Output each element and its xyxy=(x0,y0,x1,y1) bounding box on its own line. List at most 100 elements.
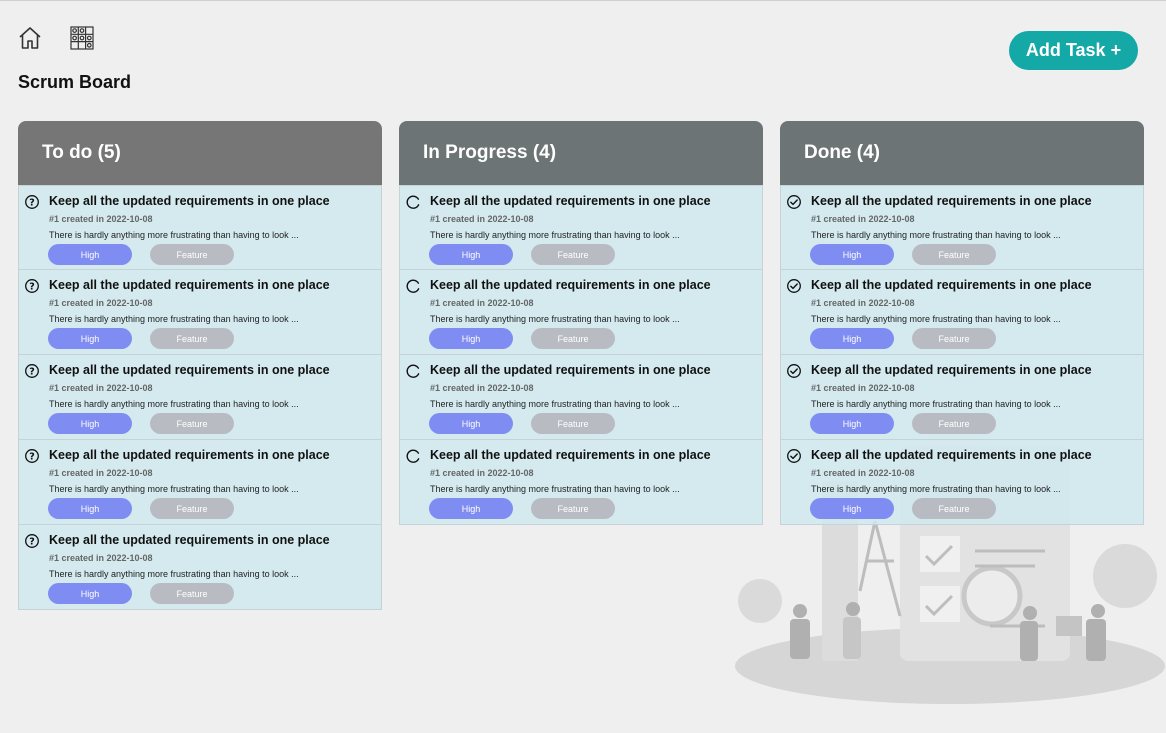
question-circle-icon: ? xyxy=(24,194,40,210)
svg-text:?: ? xyxy=(29,536,35,547)
task-meta: #1 created in 2022-10-08 xyxy=(811,298,915,308)
priority-badge[interactable]: High xyxy=(429,328,513,349)
task-title: Keep all the updated requirements in one… xyxy=(430,278,711,292)
column-title: To do xyxy=(42,142,93,163)
column-count: (4) xyxy=(856,142,881,163)
type-badge[interactable]: Feature xyxy=(150,583,234,604)
task-card[interactable]: Keep all the updated requirements in one… xyxy=(399,270,763,355)
progress-spinner-icon xyxy=(405,363,421,379)
top-nav xyxy=(17,25,95,51)
task-description: There is hardly anything more frustratin… xyxy=(49,399,299,409)
task-meta: #1 created in 2022-10-08 xyxy=(49,468,153,478)
task-card[interactable]: Keep all the updated requirements in one… xyxy=(399,355,763,440)
priority-badge[interactable]: High xyxy=(429,498,513,519)
priority-badge[interactable]: High xyxy=(48,583,132,604)
task-card[interactable]: ? Keep all the updated requirements in on… xyxy=(18,270,382,355)
column-title: In Progress xyxy=(423,142,528,163)
task-title: Keep all the updated requirements in one… xyxy=(811,363,1092,377)
type-badge[interactable]: Feature xyxy=(912,413,996,434)
task-meta: #1 created in 2022-10-08 xyxy=(430,214,534,224)
column-header-todo: To do (5) xyxy=(18,121,382,185)
type-badge[interactable]: Feature xyxy=(912,328,996,349)
task-card[interactable]: Keep all the updated requirements in one… xyxy=(399,440,763,525)
task-title: Keep all the updated requirements in one… xyxy=(49,448,330,462)
task-description: There is hardly anything more frustratin… xyxy=(811,399,1061,409)
task-meta: #1 created in 2022-10-08 xyxy=(811,214,915,224)
svg-text:?: ? xyxy=(29,366,35,377)
task-title: Keep all the updated requirements in one… xyxy=(430,194,711,208)
page-title: Scrum Board xyxy=(18,72,132,92)
task-title: Keep all the updated requirements in one… xyxy=(811,194,1092,208)
type-badge[interactable]: Feature xyxy=(531,244,615,265)
task-meta: #1 created in 2022-10-08 xyxy=(811,383,915,393)
task-description: There is hardly anything more frustratin… xyxy=(811,484,1061,494)
task-title: Keep all the updated requirements in one… xyxy=(430,363,711,377)
column-done: Done (4) Keep all the updated requiremen… xyxy=(780,121,1144,525)
priority-badge[interactable]: High xyxy=(48,244,132,265)
check-circle-icon xyxy=(786,363,802,379)
column-title: Done xyxy=(804,142,852,163)
add-task-button[interactable]: Add Task + xyxy=(1009,31,1138,70)
task-description: There is hardly anything more frustratin… xyxy=(49,314,299,324)
priority-badge[interactable]: High xyxy=(48,328,132,349)
question-circle-icon: ? xyxy=(24,533,40,549)
task-description: There is hardly anything more frustratin… xyxy=(49,569,299,579)
task-description: There is hardly anything more frustratin… xyxy=(49,484,299,494)
type-badge[interactable]: Feature xyxy=(912,244,996,265)
priority-badge[interactable]: High xyxy=(810,244,894,265)
priority-badge[interactable]: High xyxy=(810,498,894,519)
task-meta: #1 created in 2022-10-08 xyxy=(430,298,534,308)
column-count: (5) xyxy=(97,142,121,163)
task-description: There is hardly anything more frustratin… xyxy=(430,484,680,494)
svg-text:?: ? xyxy=(29,451,35,462)
task-title: Keep all the updated requirements in one… xyxy=(430,448,711,462)
priority-badge[interactable]: High xyxy=(429,413,513,434)
task-title: Keep all the updated requirements in one… xyxy=(811,278,1092,292)
question-circle-icon: ? xyxy=(24,278,40,294)
question-circle-icon: ? xyxy=(24,448,40,464)
type-badge[interactable]: Feature xyxy=(150,244,234,265)
card-list-done: Keep all the updated requirements in one… xyxy=(780,185,1144,525)
column-header-done: Done (4) xyxy=(780,121,1144,185)
type-badge[interactable]: Feature xyxy=(150,328,234,349)
task-card[interactable]: ? Keep all the updated requirements in on… xyxy=(18,440,382,525)
type-badge[interactable]: Feature xyxy=(531,498,615,519)
task-title: Keep all the updated requirements in one… xyxy=(49,363,330,377)
type-badge[interactable]: Feature xyxy=(150,413,234,434)
task-card[interactable]: ? Keep all the updated requirements in on… xyxy=(18,185,382,270)
priority-badge[interactable]: High xyxy=(48,498,132,519)
task-description: There is hardly anything more frustratin… xyxy=(49,230,299,240)
task-meta: #1 created in 2022-10-08 xyxy=(430,468,534,478)
priority-badge[interactable]: High xyxy=(429,244,513,265)
progress-spinner-icon xyxy=(405,278,421,294)
task-card[interactable]: Keep all the updated requirements in one… xyxy=(780,185,1144,270)
type-badge[interactable]: Feature xyxy=(531,413,615,434)
task-description: There is hardly anything more frustratin… xyxy=(430,314,680,324)
priority-badge[interactable]: High xyxy=(810,328,894,349)
priority-badge[interactable]: High xyxy=(48,413,132,434)
type-badge[interactable]: Feature xyxy=(531,328,615,349)
home-icon[interactable] xyxy=(17,25,43,51)
type-badge[interactable]: Feature xyxy=(912,498,996,519)
task-title: Keep all the updated requirements in one… xyxy=(49,533,330,547)
task-meta: #1 created in 2022-10-08 xyxy=(49,553,153,563)
task-card[interactable]: ? Keep all the updated requirements in on… xyxy=(18,355,382,440)
column-todo: To do (5) ? Keep all the updated requirem… xyxy=(18,121,382,610)
svg-text:?: ? xyxy=(29,281,35,292)
priority-badge[interactable]: High xyxy=(810,413,894,434)
board-grid-icon[interactable] xyxy=(69,25,95,51)
task-card[interactable]: Keep all the updated requirements in one… xyxy=(780,355,1144,440)
type-badge[interactable]: Feature xyxy=(150,498,234,519)
task-meta: #1 created in 2022-10-08 xyxy=(49,214,153,224)
task-meta: #1 created in 2022-10-08 xyxy=(49,383,153,393)
task-card[interactable]: Keep all the updated requirements in one… xyxy=(780,270,1144,355)
task-card[interactable]: Keep all the updated requirements in one… xyxy=(780,440,1144,525)
task-description: There is hardly anything more frustratin… xyxy=(430,399,680,409)
task-meta: #1 created in 2022-10-08 xyxy=(811,468,915,478)
question-circle-icon: ? xyxy=(24,363,40,379)
progress-spinner-icon xyxy=(405,448,421,464)
task-meta: #1 created in 2022-10-08 xyxy=(430,383,534,393)
task-card[interactable]: Keep all the updated requirements in one… xyxy=(399,185,763,270)
task-card[interactable]: ? Keep all the updated requirements in on… xyxy=(18,525,382,610)
card-list-todo: ? Keep all the updated requirements in on… xyxy=(18,185,382,610)
